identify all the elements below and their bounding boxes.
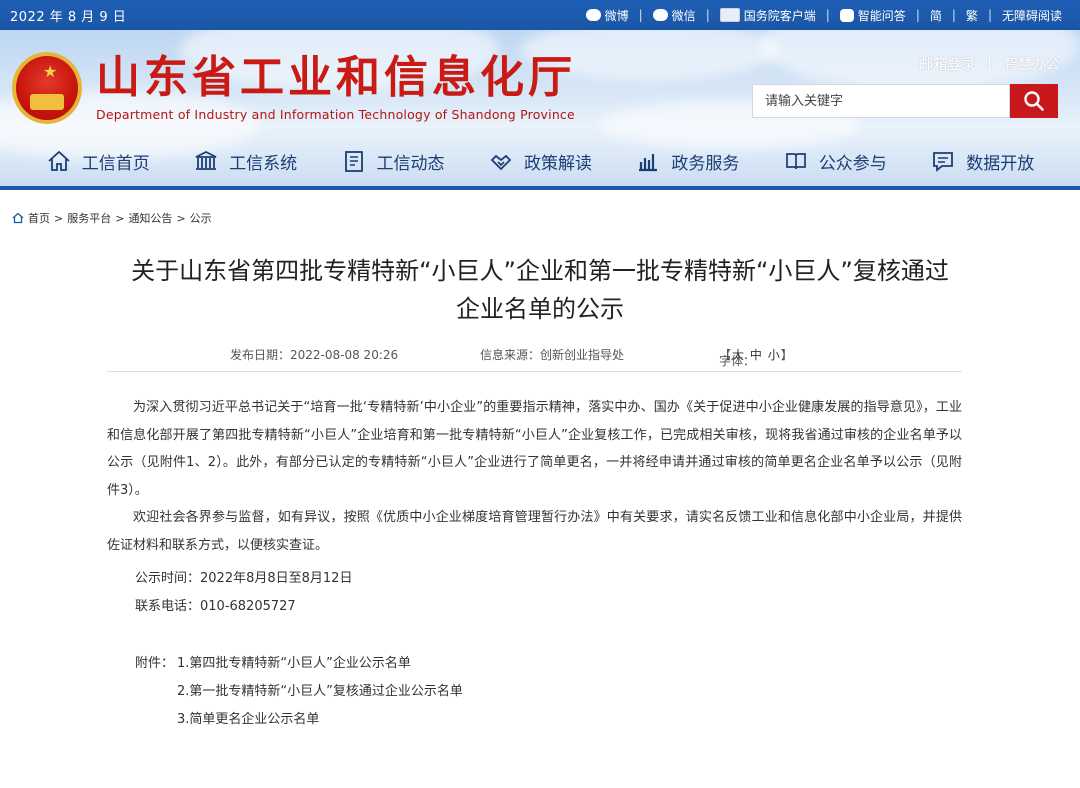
chart-icon (639, 154, 658, 172)
attachment-link[interactable]: 3.简单更名企业公示名单 (177, 708, 319, 727)
header-divider (0, 186, 1080, 190)
top-links: 微博 | 微信 | 国务院客户端 | 智能问答 | 简 | 繁 | 无障碍阅读 (585, 0, 1062, 30)
home-icon (12, 212, 24, 224)
article-title: 关于山东省第四批专精特新“小巨人”企业和第一批专精特新“小巨人”复核通过企业名单… (131, 257, 949, 323)
simplified-chinese-link[interactable]: 简 (930, 7, 942, 24)
contact-phone: 联系电话：010-68205727 (135, 599, 296, 614)
wechat-icon (652, 9, 668, 21)
breadcrumb-notice[interactable]: 通知公告 (128, 210, 172, 226)
breadcrumb: 首页 > 服务平台 > 通知公告 > 公示 (12, 210, 212, 226)
nav-participation[interactable]: 公众参与 (783, 140, 887, 182)
attachments-label: 附件： (135, 656, 175, 671)
site-title: 山东省工业和信息化厅 (96, 52, 576, 103)
breadcrumb-service[interactable]: 服务平台 (67, 210, 111, 226)
current-date: 2022 年 8 月 9 日 (10, 10, 127, 25)
nav-policy[interactable]: 政策解读 (488, 140, 592, 182)
document-icon (344, 151, 363, 172)
site-header: ★ 山东省工业和信息化厅 Department of Industry and … (0, 30, 1080, 190)
nav-news[interactable]: 工信动态 (341, 140, 445, 182)
article-body: 为深入贯彻习近平总书记关于“培育一批‘专精特新’中小企业”的重要指示精神，落实中… (107, 394, 962, 559)
top-bar: 2022 年 8 月 9 日 微博 | 微信 | 国务院客户端 | 智能问答 |… (0, 0, 1080, 30)
weibo-icon (585, 9, 601, 21)
app-icon (719, 8, 740, 22)
nav-home[interactable]: 工信首页 (46, 140, 150, 182)
traditional-chinese-link[interactable]: 繁 (966, 7, 978, 24)
national-emblem-icon: ★ (12, 52, 82, 124)
robot-icon (839, 8, 854, 22)
site-subtitle: Department of Industry and Information T… (96, 107, 575, 122)
nav-open-data[interactable]: 数据开放 (930, 140, 1034, 182)
nav-system[interactable]: 工信系统 (193, 140, 297, 182)
search-box (752, 84, 1058, 118)
accessibility-link[interactable]: 无障碍阅读 (1002, 7, 1062, 24)
search-icon (1024, 91, 1044, 111)
smart-office-link[interactable]: 智慧办公 (1004, 54, 1060, 74)
breadcrumb-current[interactable]: 公示 (190, 210, 212, 226)
book-icon (785, 153, 806, 170)
font-small-button[interactable]: 小 (768, 348, 780, 362)
article-meta: 发布日期：2022-08-08 20:26 信息来源：创新创业指导处 字体： 【大… (107, 340, 962, 372)
weibo-link[interactable]: 微博 (585, 7, 629, 24)
state-council-app-link[interactable]: 国务院客户端 (719, 7, 816, 24)
chat-icon (933, 152, 954, 172)
paragraph-2: 欢迎社会各界参与监督，如有异议，按照《优质中小企业梯度培育管理暂行办法》中有关要… (107, 510, 962, 553)
publish-date: 发布日期：2022-08-08 20:26 (230, 348, 399, 362)
header-links: 邮箱登录 | 智慧办公 (919, 54, 1060, 74)
search-input[interactable] (752, 84, 1010, 118)
nav-services[interactable]: 政务服务 (635, 140, 739, 182)
info-source: 信息来源：创新创业指导处 (480, 348, 625, 362)
breadcrumb-home[interactable]: 首页 (28, 210, 50, 226)
building-icon (195, 150, 217, 170)
attachment-link[interactable]: 2.第一批专精特新“小巨人”复核通过企业公示名单 (177, 680, 463, 699)
wechat-link[interactable]: 微信 (652, 7, 696, 24)
mail-login-link[interactable]: 邮箱登录 (919, 54, 975, 74)
smart-qa-link[interactable]: 智能问答 (839, 7, 906, 24)
main-nav: 工信首页 工信系统 工信动态 政策解读 政务服务 公众参与 数据开放 (0, 140, 1080, 182)
search-button[interactable] (1010, 84, 1058, 118)
handshake-icon (490, 154, 512, 171)
font-size-control: 字体： 【大 中 小】 (719, 348, 793, 368)
paragraph-1: 为深入贯彻习近平总书记关于“培育一批‘专精特新’中小企业”的重要指示精神，落实中… (107, 400, 962, 498)
home-icon (48, 150, 70, 171)
attachment-link[interactable]: 1.第四批专精特新“小巨人”企业公示名单 (177, 652, 411, 671)
publicity-period: 公示时间：2022年8月8日至8月12日 (135, 571, 353, 586)
